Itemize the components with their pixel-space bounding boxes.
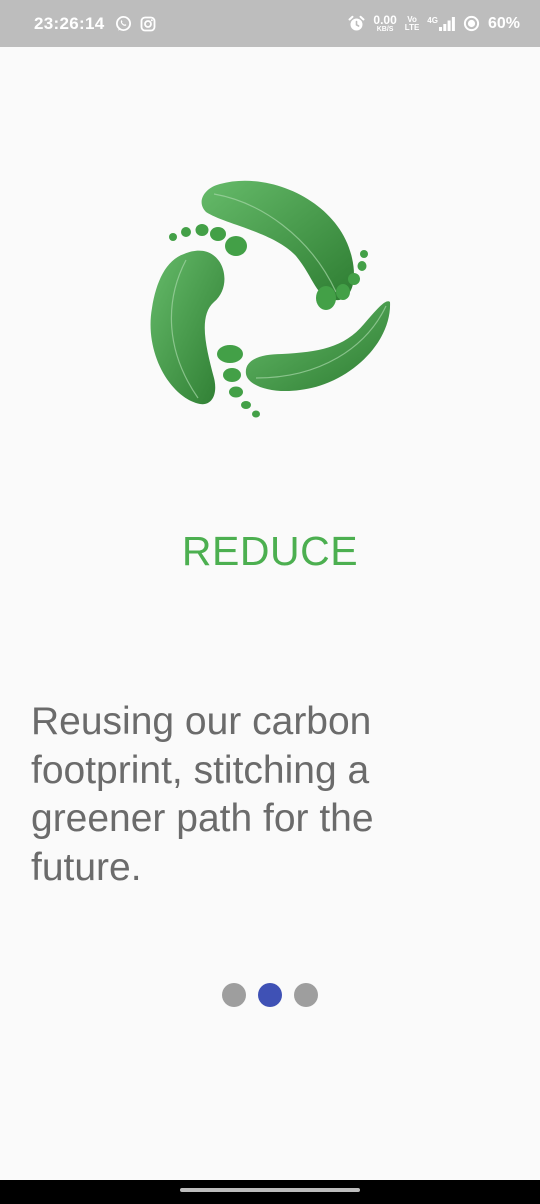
- status-notification-icons: [115, 15, 156, 32]
- page-dot-2-active[interactable]: [258, 983, 282, 1007]
- page-dot-1[interactable]: [222, 983, 246, 1007]
- alarm-icon: [348, 15, 365, 31]
- whatsapp-icon: [116, 16, 132, 31]
- navigation-bar: [0, 1180, 540, 1204]
- status-system-icons: 0.00 KB/S Vo LTE 4G 60%: [348, 14, 520, 33]
- cellular-signal: 4G: [427, 15, 455, 31]
- volte-indicator: Vo LTE: [404, 15, 420, 32]
- data-saver-icon: [463, 15, 480, 32]
- network-speed-value: 0.00: [373, 13, 397, 27]
- network-speed: 0.00 KB/S: [373, 14, 396, 33]
- home-gesture-handle[interactable]: [180, 1188, 360, 1192]
- status-bar: 23:26:14 0.00 KB/S Vo LTE 4G 60%: [0, 0, 540, 47]
- onboarding-title: REDUCE: [181, 528, 359, 574]
- network-type-label: 4G: [427, 15, 438, 25]
- page-indicator: [0, 983, 540, 1007]
- volte-bottom-label: LTE: [404, 22, 420, 32]
- status-time: 23:26:14: [34, 13, 105, 33]
- page-dot-3[interactable]: [294, 983, 318, 1007]
- battery-percentage: 60%: [487, 14, 520, 32]
- carbon-footprint-leaf-logo: [150, 180, 391, 418]
- onboarding-description: Reusing our carbon footprint, stitching …: [31, 700, 374, 889]
- signal-icon: [438, 16, 455, 31]
- instagram-icon: [141, 16, 156, 31]
- network-speed-unit: KB/S: [376, 26, 394, 33]
